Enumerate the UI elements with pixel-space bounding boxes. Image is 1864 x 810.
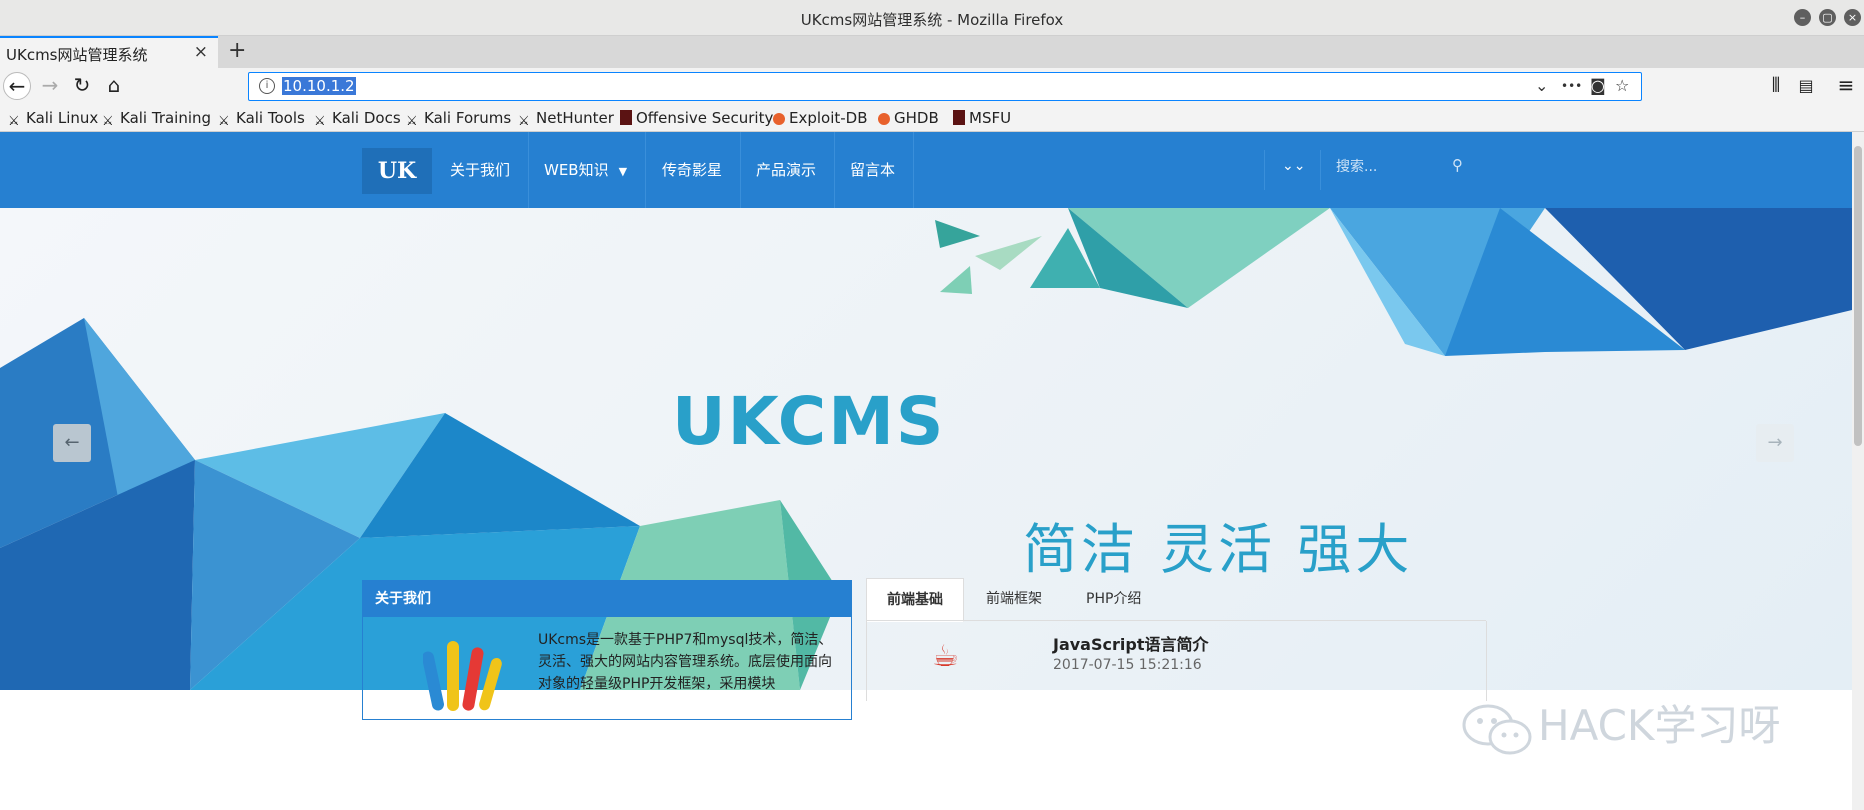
article-list: ☕ JavaScript语言简介 2017-07-15 15:21:16 (866, 621, 1487, 701)
search-icon[interactable]: ⚲ (1452, 156, 1463, 174)
carousel-next-button[interactable]: → (1756, 424, 1794, 462)
site-logo[interactable]: UK (362, 148, 432, 194)
nav-divider (1320, 150, 1321, 190)
bookmark-exploit-db[interactable]: Exploit-DB (773, 109, 868, 127)
about-panel-heading: 关于我们 (363, 581, 851, 617)
wechat-icon (1462, 704, 1532, 754)
carousel-prev-button[interactable]: ← (53, 424, 91, 462)
home-button[interactable]: ⌂ (100, 73, 128, 97)
browser-tab[interactable]: UKcms网站管理系统 × (0, 36, 218, 68)
menu-icon[interactable]: ≡ (1832, 73, 1860, 97)
bookmark-msfu[interactable]: MSFU (953, 109, 1011, 127)
nav-legend-stars[interactable]: 传奇影星 (644, 132, 742, 208)
offsec-icon (620, 110, 632, 125)
kali-dragon-icon: ⚔ (8, 114, 20, 129)
tab-php-intro[interactable]: PHP介绍 (1066, 578, 1161, 620)
bookmark-kali-tools[interactable]: ⚔ Kali Tools (218, 109, 305, 129)
nav-web-knowledge[interactable]: WEB知识 ▼ (526, 132, 647, 208)
nav-guestbook[interactable]: 留言本 (832, 132, 915, 208)
url-dropdown-icon[interactable]: ⌄ (1535, 76, 1548, 95)
watermark: HACK学习呀 (1460, 692, 1780, 755)
exploitdb-icon (773, 113, 785, 125)
page-actions-icon[interactable]: ••• (1561, 79, 1582, 93)
bookmark-offensive-security[interactable]: Offensive Security (620, 109, 773, 127)
sidebar-icon[interactable]: ▤ (1792, 76, 1820, 95)
about-panel: 关于我们 UKcms是一款基于PHP7和mysql技术，简洁、灵活、强大的网站内… (362, 580, 852, 720)
pocket-icon[interactable]: ◙ (1590, 76, 1606, 95)
back-button[interactable]: ← (3, 72, 31, 100)
bookmark-kali-docs[interactable]: ⚔ Kali Docs (314, 109, 401, 129)
bookmark-star-icon[interactable]: ☆ (1615, 76, 1629, 95)
nav-about[interactable]: 关于我们 (432, 132, 530, 208)
ukcms-hand-logo (423, 641, 502, 711)
tab-frontend-frameworks[interactable]: 前端框架 (966, 578, 1062, 620)
about-text: UKcms是一款基于PHP7和mysql技术，简洁、灵活、强大的网站内容管理系统… (538, 632, 833, 692)
site-info-icon[interactable]: i (259, 78, 275, 94)
tab-frontend-basics[interactable]: 前端基础 (866, 578, 964, 622)
url-bar[interactable]: i 10.10.1.2 ⌄ ••• ◙ ☆ (248, 72, 1642, 101)
tab-strip: UKcms网站管理系统 × (0, 36, 1864, 68)
scrollbar-thumb[interactable] (1854, 146, 1862, 446)
window-title: UKcms网站管理系统 - Mozilla Firefox (800, 11, 1064, 29)
dropdown-caret-icon: ▼ (618, 165, 628, 178)
bookmark-ghdb[interactable]: GHDB (878, 109, 939, 127)
nav-divider (1264, 150, 1265, 190)
java-icon: ☕ (932, 639, 959, 674)
hero-title: UKCMS (672, 383, 946, 460)
kali-dragon-icon: ⚔ (218, 114, 230, 129)
maximize-button[interactable]: ▢ (1819, 9, 1836, 26)
kali-dragon-icon: ⚔ (406, 114, 418, 129)
article-date: 2017-07-15 15:21:16 (1053, 657, 1202, 673)
bookmarks-toolbar: ⚔ Kali Linux ⚔ Kali Training ⚔ Kali Tools ⚔… (0, 106, 1864, 132)
navigation-toolbar: ← → ↻ ⌂ i 10.10.1.2 ⌄ ••• ◙ ☆ ⫴ ▤ ≡ (0, 68, 1864, 106)
page-scrollbar[interactable] (1852, 132, 1864, 810)
reload-button[interactable]: ↻ (68, 73, 96, 97)
bookmark-kali-forums[interactable]: ⚔ Kali Forums (406, 109, 511, 129)
bookmark-nethunter[interactable]: ⚔ NetHunter (518, 109, 614, 129)
offsec-icon (953, 110, 965, 125)
library-icon[interactable]: ⫴ (1762, 73, 1790, 97)
article-title[interactable]: JavaScript语言简介 (1053, 631, 1208, 655)
forward-button[interactable]: → (36, 73, 64, 97)
window-titlebar: UKcms网站管理系统 - Mozilla Firefox – ▢ × (0, 0, 1864, 36)
nav-product-demo[interactable]: 产品演示 (738, 132, 836, 208)
kali-dragon-icon: ⚔ (314, 114, 326, 129)
expand-chevron-icon[interactable]: ⌄⌄ (1282, 158, 1305, 174)
bookmark-kali-linux[interactable]: ⚔ Kali Linux (8, 109, 98, 129)
kali-dragon-icon: ⚔ (518, 114, 530, 129)
exploitdb-icon (878, 113, 890, 125)
kali-dragon-icon: ⚔ (102, 114, 114, 129)
url-text[interactable]: 10.10.1.2 (282, 77, 356, 95)
site-navbar: UK 关于我们 WEB知识 ▼ 传奇影星 产品演示 留言本 ⌄⌄ 搜索... ⚲ (0, 132, 1852, 208)
tab-close-icon[interactable]: × (194, 42, 208, 62)
close-window-button[interactable]: × (1844, 9, 1861, 26)
hero-subtitle: 简洁 灵活 强大 (1023, 518, 1414, 581)
article-tabs: 前端基础 前端框架 PHP介绍 ☕ JavaScript语言简介 2017-07… (866, 578, 1487, 701)
bookmark-kali-training[interactable]: ⚔ Kali Training (102, 109, 211, 129)
tab-title: UKcms网站管理系统 (6, 46, 148, 64)
minimize-button[interactable]: – (1794, 9, 1811, 26)
new-tab-button[interactable]: + (228, 38, 246, 63)
